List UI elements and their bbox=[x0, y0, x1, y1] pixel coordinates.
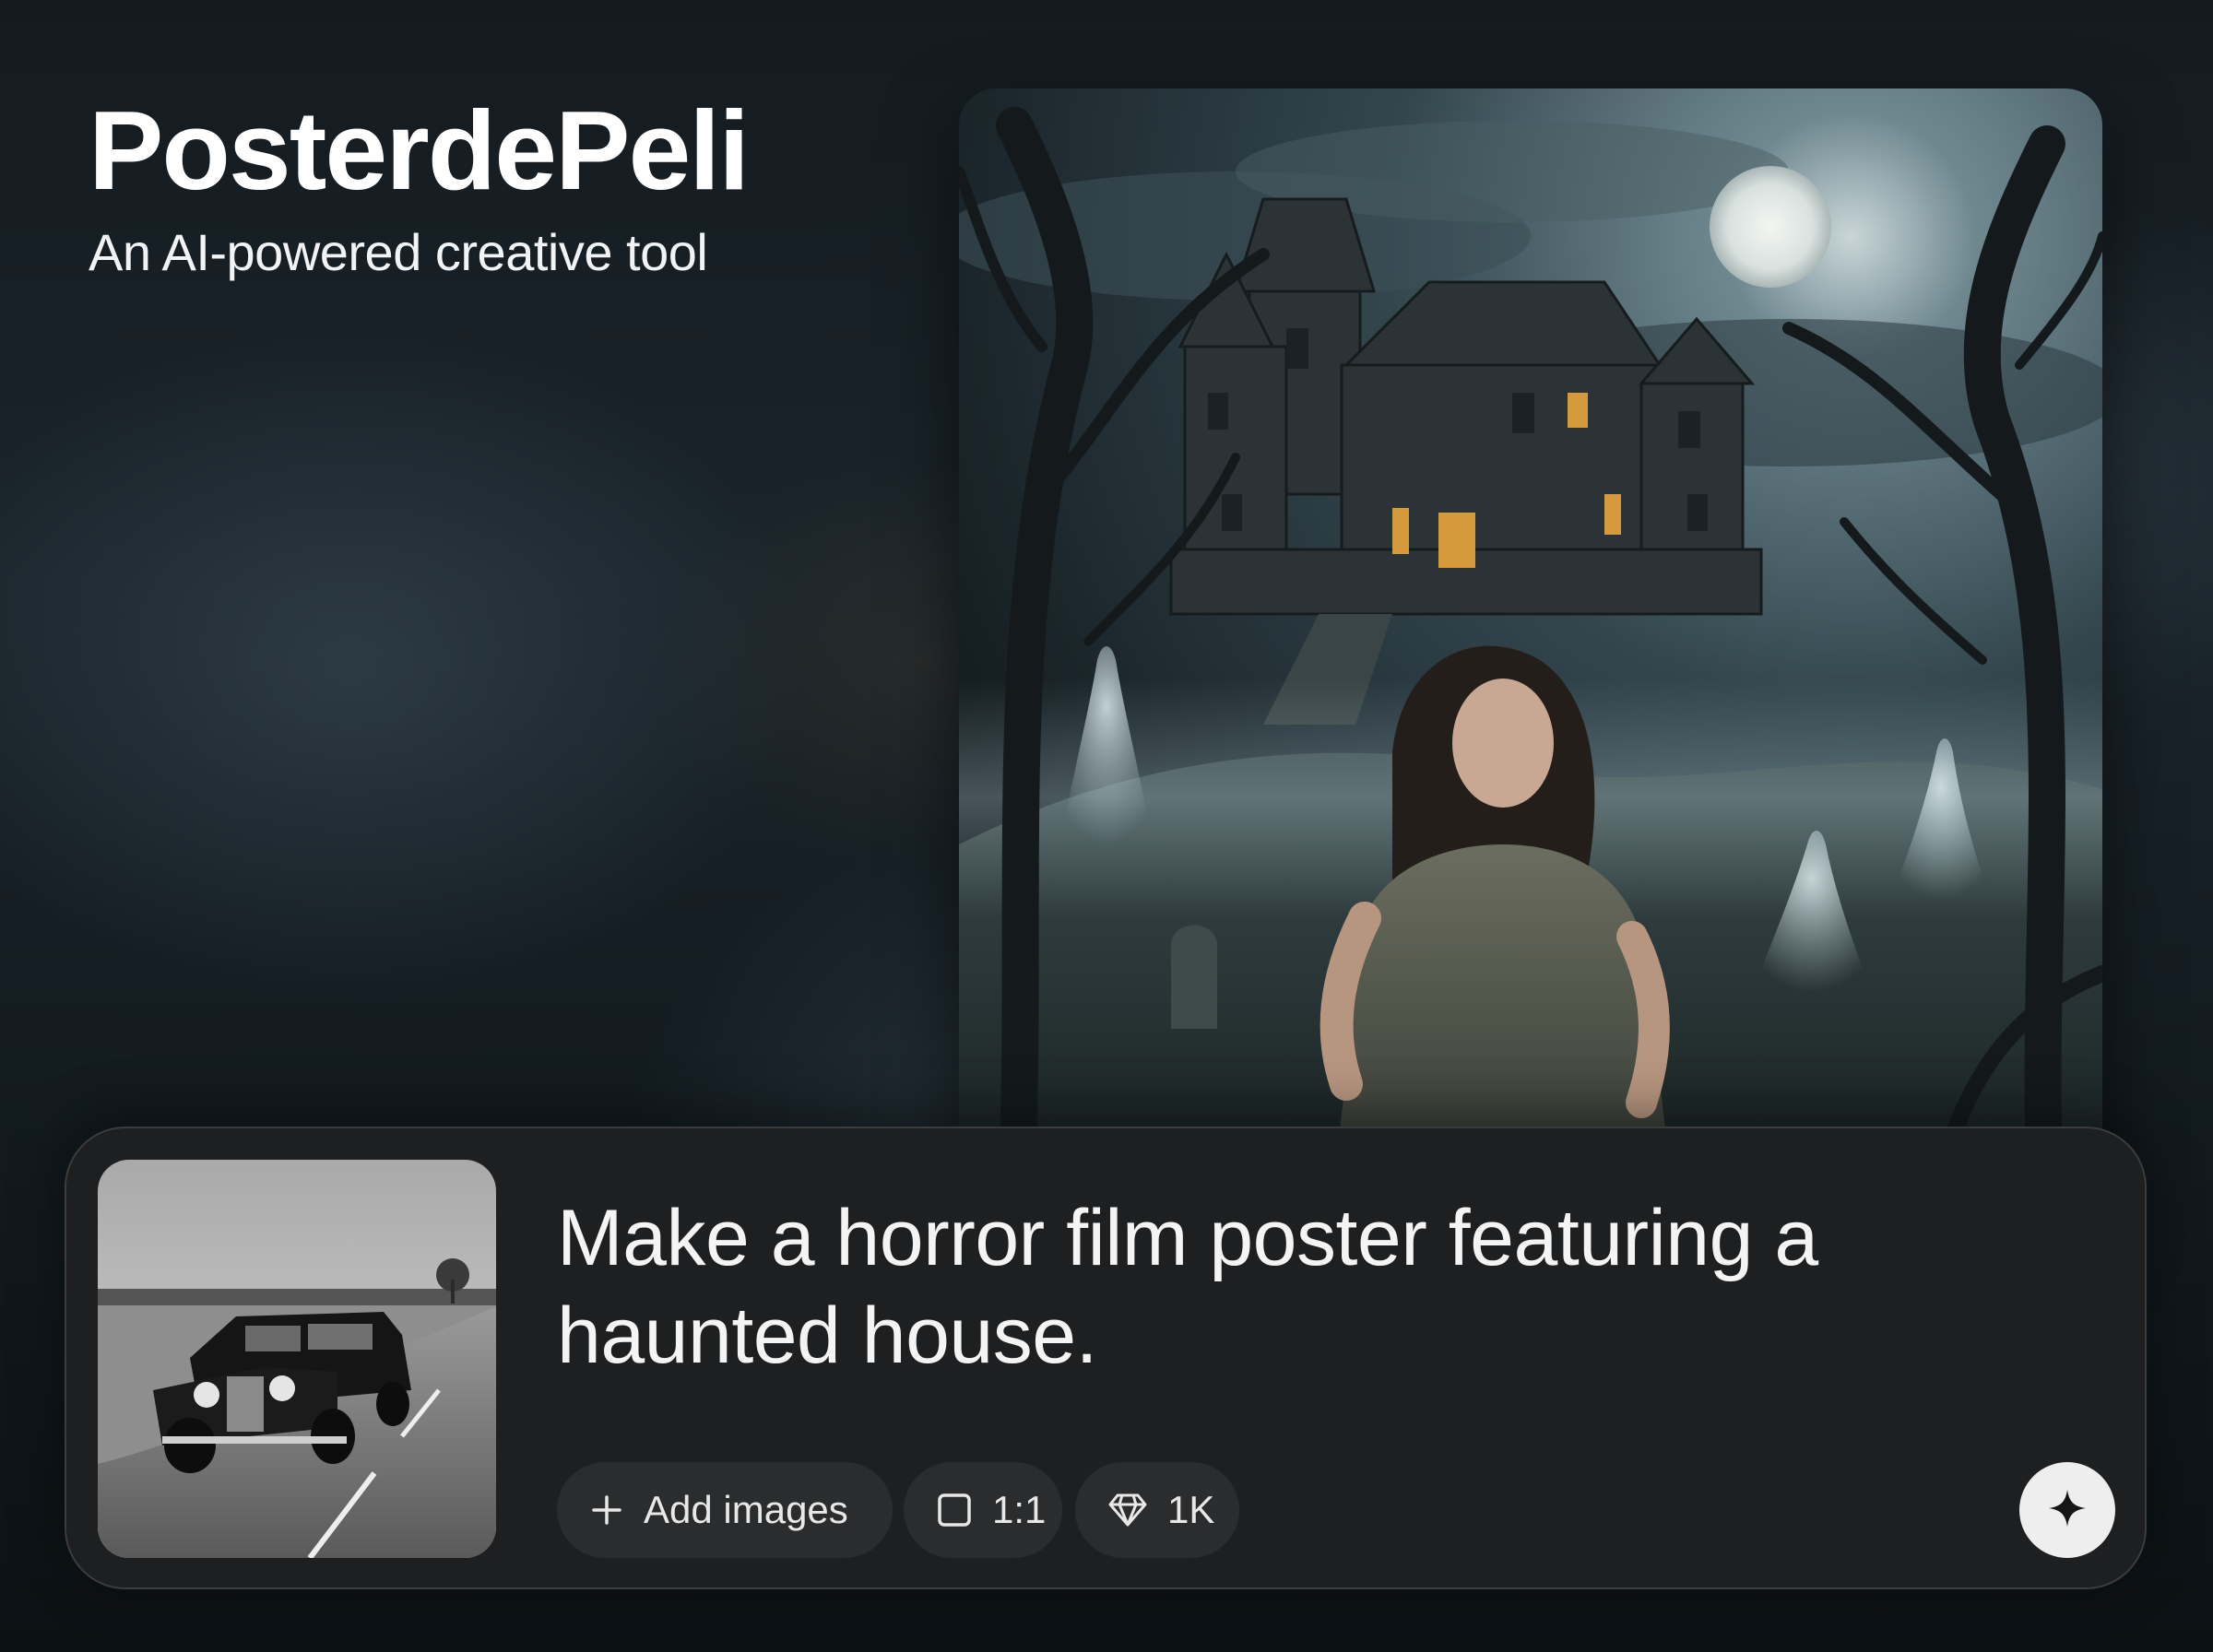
app-title: PosterdePeli bbox=[89, 88, 750, 213]
prompt-card: Make a horror film poster featuring a ha… bbox=[65, 1127, 2147, 1589]
app-subtitle: An AI-powered creative tool bbox=[89, 223, 708, 281]
gravestone bbox=[1171, 925, 1217, 1029]
sparkle-icon bbox=[2046, 1487, 2089, 1534]
moon bbox=[1710, 166, 1831, 288]
prompt-input[interactable]: Make a horror film poster featuring a ha… bbox=[557, 1189, 1995, 1385]
poster-illustration bbox=[959, 88, 2102, 1232]
plus-icon bbox=[590, 1493, 623, 1527]
add-images-label: Add images bbox=[644, 1488, 848, 1531]
vintage-car-photo bbox=[98, 1160, 496, 1558]
app-stage: PosterdePeli An AI-powered creative tool bbox=[0, 0, 2213, 1652]
square-icon bbox=[937, 1493, 972, 1528]
generated-poster-image[interactable] bbox=[959, 88, 2102, 1232]
brand-header: PosterdePeli An AI-powered creative tool bbox=[89, 88, 750, 282]
aspect-ratio-value: 1:1 bbox=[992, 1488, 1047, 1531]
generate-button[interactable] bbox=[2019, 1462, 2115, 1558]
quality-value: 1K bbox=[1167, 1488, 1215, 1531]
quality-selector[interactable]: 1K bbox=[1075, 1462, 1239, 1558]
diamond-icon bbox=[1108, 1493, 1147, 1528]
reference-image-thumbnail[interactable] bbox=[98, 1160, 496, 1558]
aspect-ratio-selector[interactable]: 1:1 bbox=[904, 1462, 1062, 1558]
add-images-button[interactable]: Add images bbox=[557, 1462, 893, 1558]
